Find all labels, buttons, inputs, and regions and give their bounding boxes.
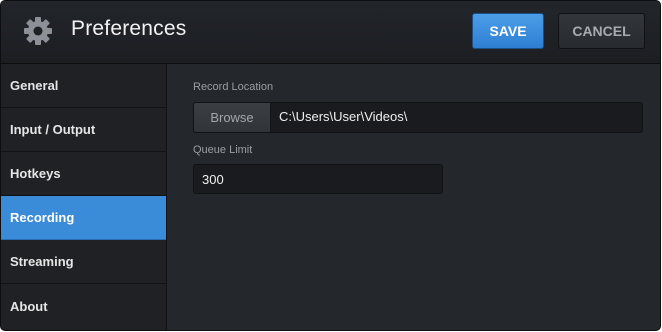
record-location-input[interactable]: C:\Users\User\Videos\	[279, 109, 407, 124]
preferences-window: Preferences SAVE CANCEL General Input / …	[0, 0, 661, 331]
gear-icon	[24, 17, 52, 45]
queue-limit-input[interactable]: 300	[193, 164, 443, 194]
record-location-field: Browse C:\Users\User\Videos\	[193, 102, 643, 133]
sidebar-item-hotkeys[interactable]: Hotkeys	[1, 152, 166, 196]
sidebar-item-about[interactable]: About	[1, 284, 166, 328]
record-location-label: Record Location	[193, 81, 274, 93]
cancel-button[interactable]: CANCEL	[558, 13, 645, 49]
sidebar: General Input / Output Hotkeys Recording…	[1, 64, 167, 330]
browse-button[interactable]: Browse	[194, 103, 271, 132]
sidebar-item-input-output[interactable]: Input / Output	[1, 108, 166, 152]
queue-limit-label: Queue Limit	[193, 144, 253, 156]
sidebar-item-general[interactable]: General	[1, 64, 166, 108]
sidebar-item-recording[interactable]: Recording	[1, 196, 166, 240]
recording-panel: Record Location Browse C:\Users\User\Vid…	[167, 64, 660, 330]
title-bar: Preferences SAVE CANCEL	[1, 1, 660, 64]
sidebar-item-streaming[interactable]: Streaming	[1, 240, 166, 284]
save-button[interactable]: SAVE	[472, 13, 544, 49]
window-title: Preferences	[71, 17, 187, 40]
